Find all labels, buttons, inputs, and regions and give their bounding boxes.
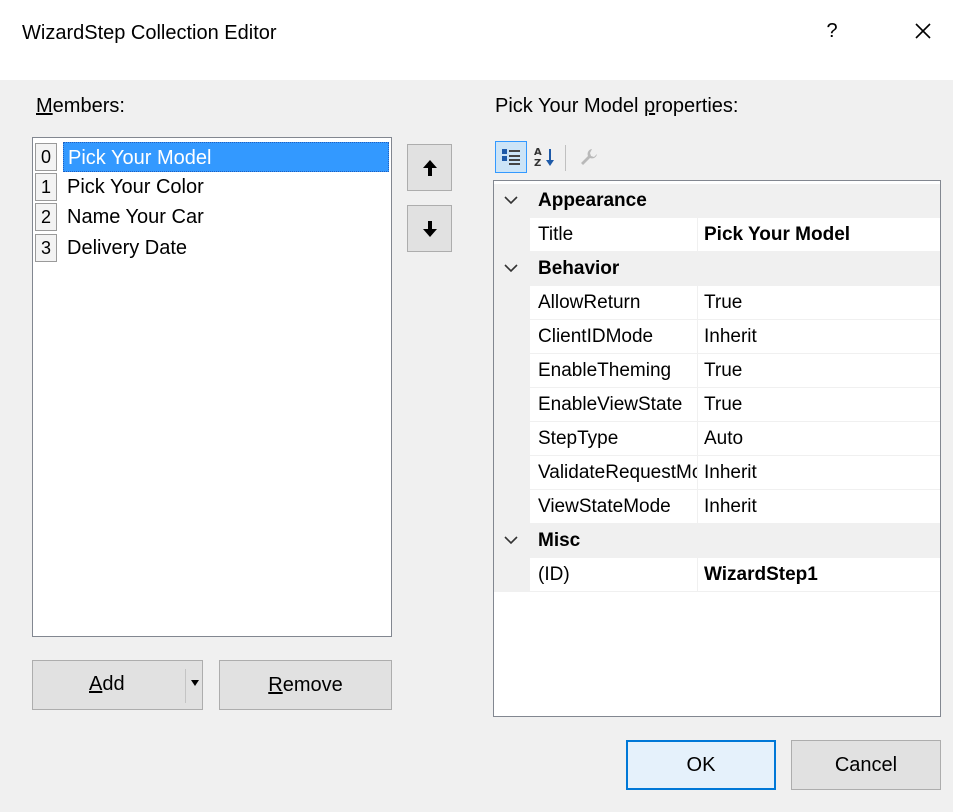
arrow-up-icon [422,159,437,176]
remove-button[interactable]: Remove [219,660,392,710]
remove-accesskey: R [268,673,283,696]
category-row[interactable]: Appearance [494,184,940,218]
properties-label-accesskey: p [643,95,656,117]
members-label-post: embers: [52,95,125,117]
chevron-down-icon[interactable] [502,191,520,209]
alphabetical-view-button[interactable]: A Z [529,141,561,173]
property-row[interactable]: ClientIDMode Inherit [494,320,940,354]
property-grid-toolbar: A Z [493,137,613,177]
members-label-accesskey: M [36,95,53,117]
property-name: EnableViewState [538,388,698,422]
member-label: Delivery Date [67,237,188,259]
properties-label-post: roperties: [655,95,739,117]
property-value[interactable]: True [704,286,742,320]
property-value[interactable]: Inherit [704,490,757,524]
sort-az-icon: A Z [534,147,554,169]
property-name: StepType [538,422,698,456]
remove-label-rest: emove [282,673,343,696]
cancel-button[interactable]: Cancel [791,740,941,790]
category-name: Behavior [538,258,620,279]
collection-editor-dialog: WizardStep Collection Editor ? Members: … [0,0,953,812]
property-name: AllowReturn [538,286,698,320]
property-value[interactable]: Inherit [704,320,757,354]
close-button[interactable] [908,16,938,46]
category-row[interactable]: Misc [494,524,940,558]
property-grid[interactable]: Appearance Title Pick Your Model Behavio… [493,180,941,717]
wrench-icon [581,149,597,165]
property-value[interactable]: WizardStep1 [704,558,818,592]
members-list[interactable]: 0 Pick Your Model 1 Pick Your Color 2 Na… [32,137,392,637]
property-name: ViewStateMode [538,490,698,524]
properties-label: Pick Your Model properties: [495,95,738,118]
property-row[interactable]: EnableViewState True [494,388,940,422]
categorized-view-button[interactable] [495,141,527,173]
row-gutter [494,320,530,354]
property-row[interactable]: AllowReturn True [494,286,940,320]
window-title: WizardStep Collection Editor [22,22,277,44]
dropdown-caret-icon[interactable] [190,679,200,690]
property-value[interactable]: Pick Your Model [704,218,850,252]
add-button-label: Add [89,673,125,696]
close-icon [915,23,931,39]
move-down-button[interactable] [407,205,452,252]
property-value[interactable]: Inherit [704,456,757,490]
member-item[interactable]: 2 Name Your Car [35,202,389,232]
svg-text:Z: Z [534,158,541,169]
member-label: Name Your Car [67,206,204,228]
property-row[interactable]: ViewStateMode Inherit [494,490,940,524]
property-name: (ID) [538,558,698,592]
svg-text:A: A [534,147,542,158]
title-bar: WizardStep Collection Editor ? [0,0,953,80]
category-name: Misc [538,530,581,551]
member-item[interactable]: 1 Pick Your Color [35,172,389,202]
row-gutter [494,422,530,456]
add-label-rest: dd [102,673,125,695]
property-value[interactable]: Auto [704,422,743,456]
property-row[interactable]: Title Pick Your Model [494,218,940,252]
chevron-down-icon[interactable] [502,259,520,277]
property-row[interactable]: StepType Auto [494,422,940,456]
row-gutter [494,218,530,252]
arrow-down-icon [422,220,437,237]
property-row[interactable]: (ID) WizardStep1 [494,558,940,592]
row-gutter [494,558,530,592]
member-index: 3 [35,234,57,262]
category-row[interactable]: Behavior [494,252,940,286]
property-name: EnableTheming [538,354,698,388]
property-name: ValidateRequestMode [538,456,698,490]
category-name: Appearance [538,190,647,211]
add-button[interactable]: Add [32,660,203,710]
member-index: 1 [35,173,57,201]
property-pages-button[interactable] [573,141,605,173]
row-gutter [494,490,530,524]
property-name: Title [538,218,698,252]
member-label: Pick Your Model [63,142,389,172]
chevron-down-icon[interactable] [502,531,520,549]
row-gutter [494,456,530,490]
property-value[interactable]: True [704,354,742,388]
member-index: 0 [35,143,57,171]
member-index: 2 [35,203,57,231]
row-gutter [494,388,530,422]
property-row[interactable]: EnableTheming True [494,354,940,388]
split-divider [185,669,186,703]
property-value[interactable]: True [704,388,742,422]
help-button[interactable]: ? [820,20,844,43]
property-row[interactable]: ValidateRequestMode Inherit [494,456,940,490]
member-label: Pick Your Color [67,176,204,198]
row-gutter [494,354,530,388]
ok-button[interactable]: OK [626,740,776,790]
members-label: Members: [36,95,125,118]
categorized-icon [502,149,520,165]
add-accesskey: A [89,673,103,695]
row-gutter [494,286,530,320]
move-up-button[interactable] [407,144,452,191]
toolbar-separator [565,145,566,171]
member-item[interactable]: 0 Pick Your Model [35,142,389,172]
member-item[interactable]: 3 Delivery Date [35,233,389,263]
properties-label-pre: Pick Your Model [495,95,644,117]
property-name: ClientIDMode [538,320,698,354]
